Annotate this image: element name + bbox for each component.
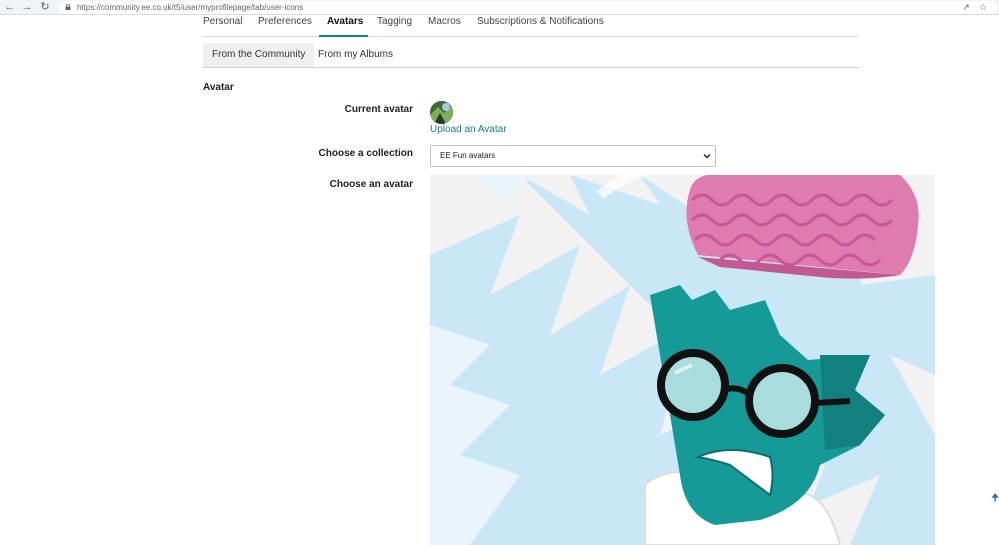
scientist-avatar-illustration — [430, 175, 935, 545]
browser-toolbar: ← → ↻ https://community.ee.co.uk/t5/user… — [0, 0, 999, 15]
collection-select[interactable]: EE Fun avatars — [430, 145, 716, 167]
collection-select-value: EE Fun avatars — [440, 151, 496, 160]
back-icon[interactable]: ← — [3, 1, 17, 14]
share-icon[interactable]: ↗ — [960, 1, 972, 14]
lock-icon — [65, 4, 71, 10]
collection-label: Choose a collection — [318, 148, 413, 159]
current-avatar-image — [430, 101, 453, 124]
choose-avatar-label: Choose an avatar — [329, 179, 413, 190]
active-tab-indicator — [319, 35, 368, 37]
address-bar[interactable]: https://community.ee.co.uk/t5/user/mypro… — [59, 1, 997, 14]
bookmark-star-icon[interactable]: ☆ — [977, 1, 989, 14]
avatar-source-tabs: From the Community From my Albums — [203, 43, 859, 68]
current-avatar-label: Current avatar — [344, 104, 413, 115]
profile-tabs: Personal Preferences Avatars Tagging Mac… — [203, 15, 859, 37]
tab-preferences[interactable]: Preferences — [258, 15, 312, 37]
avatar-picture-icon — [430, 101, 453, 124]
tab-tagging[interactable]: Tagging — [377, 15, 412, 37]
tab-avatars[interactable]: Avatars — [327, 15, 363, 37]
tab-personal[interactable]: Personal — [203, 15, 242, 37]
tab-subscriptions-notifications[interactable]: Subscriptions & Notifications — [477, 15, 604, 37]
tab-macros[interactable]: Macros — [428, 15, 461, 37]
subtab-from-albums[interactable]: From my Albums — [309, 43, 402, 67]
avatar-option-scientist[interactable] — [430, 175, 935, 545]
forward-icon[interactable]: → — [20, 1, 34, 14]
reload-icon[interactable]: ↻ — [38, 1, 52, 14]
url-text: https://community.ee.co.uk/t5/user/mypro… — [77, 3, 304, 12]
subtab-from-community[interactable]: From the Community — [203, 43, 315, 67]
upload-avatar-link[interactable]: Upload an Avatar — [430, 124, 507, 135]
section-title: Avatar — [203, 82, 234, 93]
chevron-down-icon — [703, 154, 711, 159]
scroll-to-top-icon[interactable]: 🠉 — [991, 492, 999, 506]
